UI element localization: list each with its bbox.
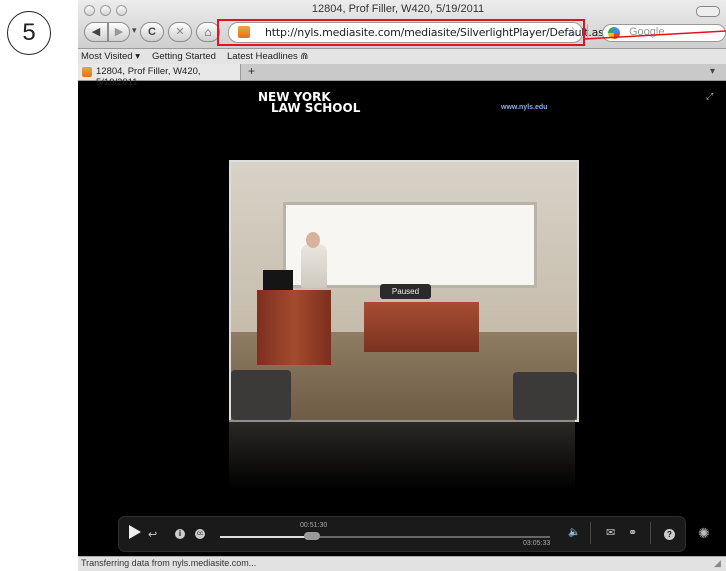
status-bar: Transferring data from nyls.mediasite.co… (78, 556, 726, 571)
play-icon[interactable] (129, 525, 141, 539)
tab-list-menu-icon[interactable]: ▾ (710, 64, 715, 80)
fullscreen-icon[interactable]: ⤢ (706, 92, 713, 101)
callout-line (583, 30, 726, 40)
stop-button[interactable]: ✕ (168, 22, 192, 42)
close-window-button[interactable] (84, 5, 95, 16)
captions-icon[interactable]: cc (195, 529, 205, 539)
url-highlight-box (217, 19, 585, 46)
info-icon[interactable]: i (175, 529, 185, 539)
video-reflection (229, 420, 575, 490)
browser-window: 12804, Prof Filler, W420, 5/19/2011 ◀ ▶ … (78, 0, 726, 571)
rewind-icon[interactable]: ↩ (148, 528, 157, 541)
forward-button[interactable]: ▶ (108, 22, 130, 42)
step-number-marker: 5 (7, 11, 51, 55)
resize-grip-icon[interactable]: ◢ (714, 558, 721, 569)
bookmark-getting-started[interactable]: Getting Started (152, 51, 216, 62)
logo-line-2: LAW SCHOOL (271, 101, 361, 115)
window-title: 12804, Prof Filler, W420, 5/19/2011 (311, 3, 485, 15)
status-text: Transferring data from nyls.mediasite.co… (81, 558, 257, 568)
email-icon[interactable]: ✉ (606, 526, 615, 539)
new-tab-button[interactable]: + (248, 64, 255, 79)
tab-bar: 12804, Prof Filler, W420, 5/19/2011 + ▾ (78, 64, 726, 88)
help-icon[interactable]: ? (664, 529, 675, 540)
site-url-label: www.nyls.edu (501, 104, 548, 111)
tab-favicon-icon (82, 67, 92, 77)
link-icon[interactable]: ⚭ (628, 526, 637, 539)
control-divider-2 (650, 522, 651, 544)
tab-title: 12804, Prof Filler, W420, 5/19/2011 (96, 66, 201, 88)
minimize-window-button[interactable] (100, 5, 111, 16)
paused-indicator: Paused (380, 284, 431, 299)
mediasite-logo-icon[interactable]: ✺ (698, 525, 710, 542)
home-icon: ⌂ (204, 25, 212, 39)
control-divider (590, 522, 591, 544)
volume-icon[interactable]: 🔈 (568, 527, 580, 538)
front-desk (364, 302, 479, 352)
forward-icon: ▶ (114, 26, 124, 38)
lecturer (301, 244, 327, 288)
reload-button[interactable]: C (140, 22, 164, 42)
zoom-window-button[interactable] (116, 5, 127, 16)
seek-bar-handle[interactable] (304, 532, 321, 540)
reload-icon: C (148, 26, 156, 38)
toolbar-toggle-button[interactable] (696, 6, 720, 17)
bookmark-latest-headlines[interactable]: Latest Headlines ⋒ (227, 51, 308, 62)
foreground-seats-left (231, 370, 291, 420)
bookmarks-toolbar: Most Visited ▾ Getting Started Latest He… (78, 49, 726, 64)
seek-bar-progress (220, 536, 313, 538)
foreground-seats-right (513, 372, 577, 420)
history-dropdown-icon[interactable]: ▾ (132, 25, 137, 36)
stop-icon: ✕ (175, 26, 185, 38)
current-time: 00:51:30 (300, 522, 328, 529)
total-duration: 03:05:33 (523, 540, 551, 547)
bookmark-most-visited[interactable]: Most Visited ▾ (81, 51, 140, 62)
podium (257, 290, 331, 365)
lecturer-head (306, 232, 320, 248)
tab-active[interactable]: 12804, Prof Filler, W420, 5/19/2011 (78, 64, 241, 88)
back-button[interactable]: ◀ (84, 22, 108, 42)
podium-monitor (263, 270, 293, 290)
back-icon: ◀ (91, 26, 101, 38)
